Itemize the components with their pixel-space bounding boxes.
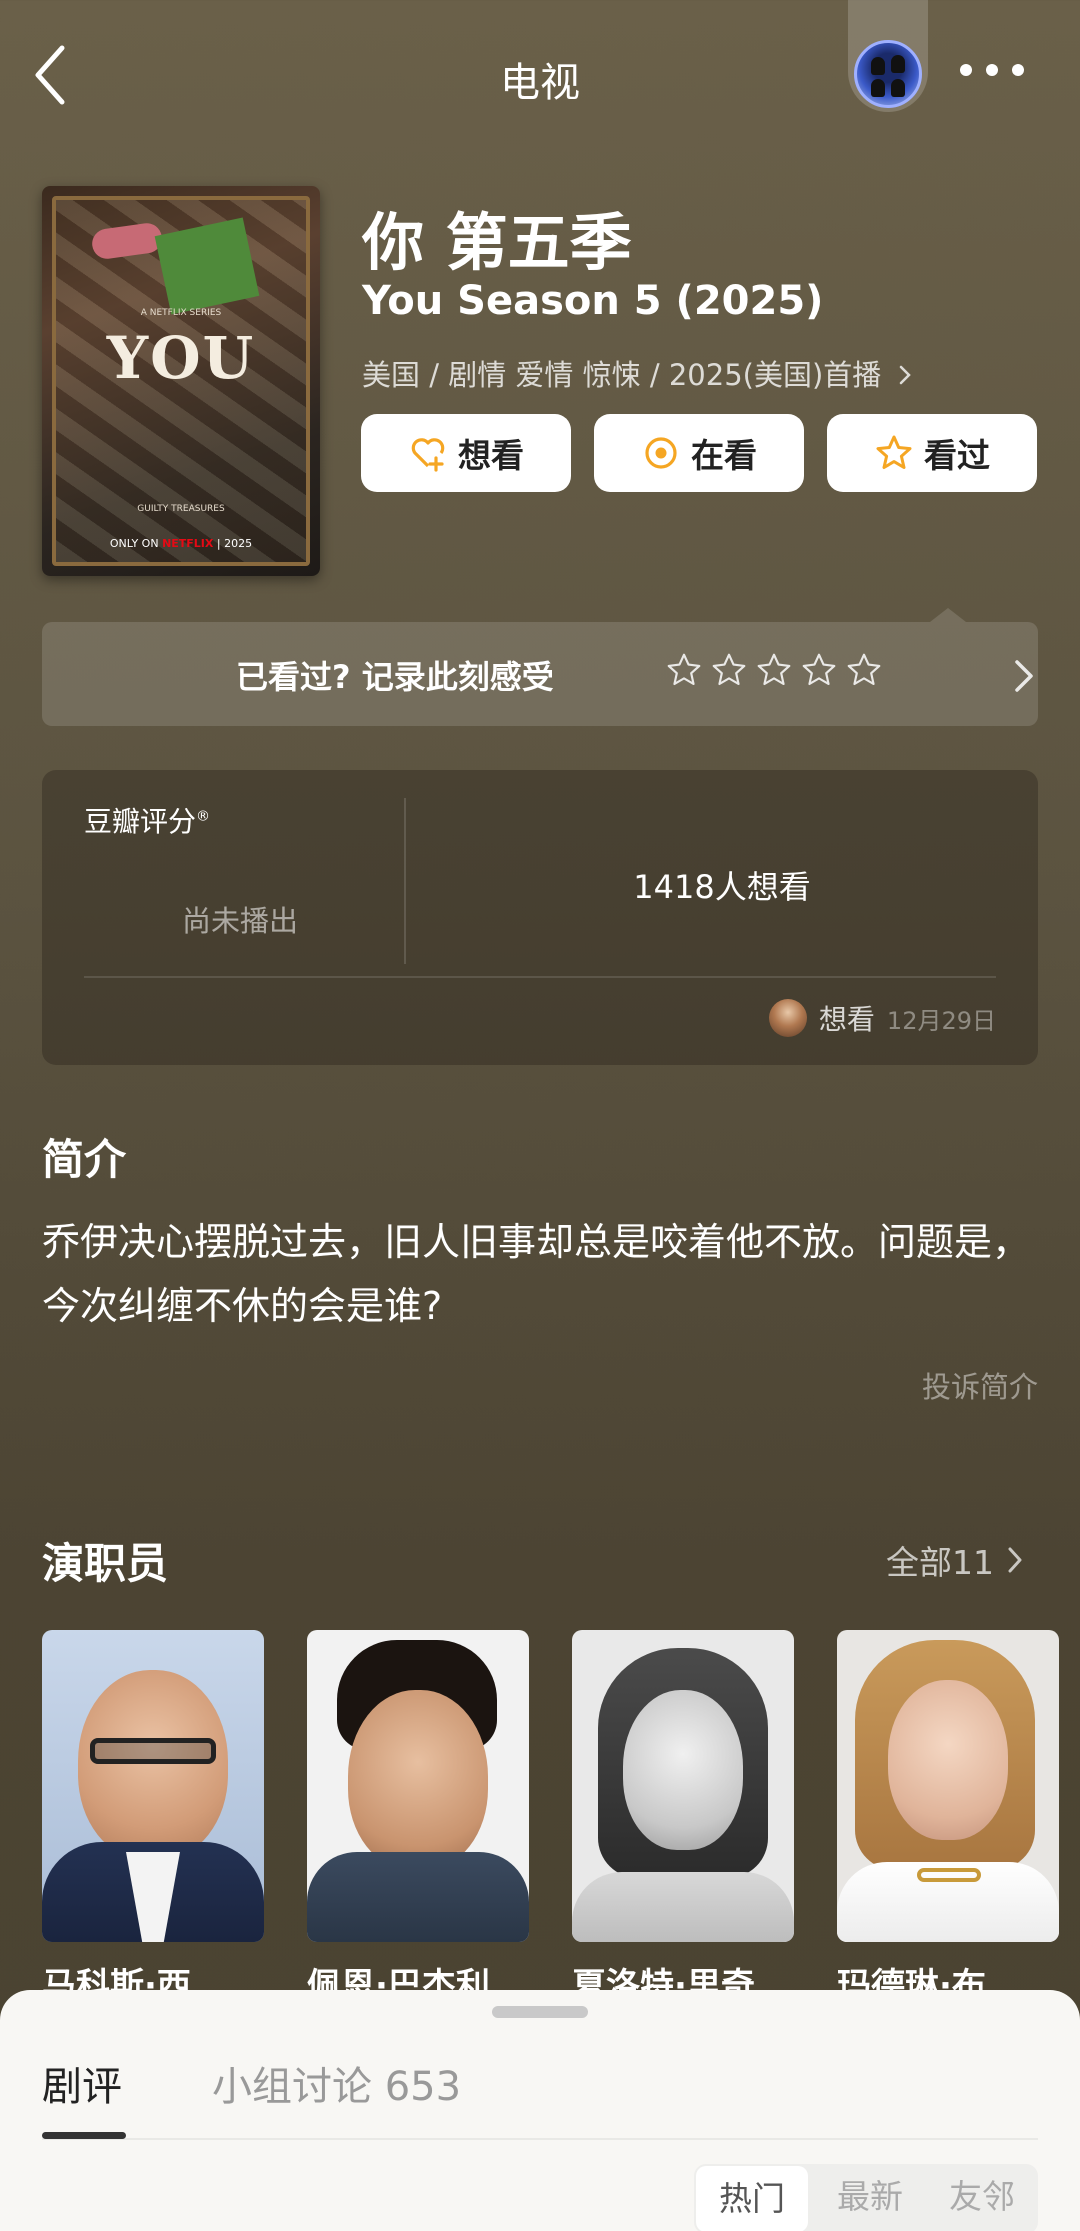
bottom-sheet: 剧评 小组讨论 653 热门 最新 友邻 <box>0 1990 1080 2231</box>
show-title-en: You Season 5 (2025) <box>362 278 824 324</box>
want-count[interactable]: 1418人想看 <box>406 862 1038 908</box>
tab-reviews[interactable]: 剧评 <box>42 2054 122 2112</box>
intro-text[interactable]: 乔伊决心摆脱过去，旧人旧事却总是咬着他不放。问题是，今次纠缠不休的会是谁? <box>42 1210 1032 1338</box>
friend-activity[interactable]: 想看 12月29日 <box>768 998 996 1038</box>
poster-only-on: ONLY ON <box>109 537 159 550</box>
chevron-right-icon <box>1015 660 1033 692</box>
score-status: 尚未播出 <box>182 904 299 938</box>
divider <box>42 2138 1038 2140</box>
dot-icon <box>986 64 998 76</box>
cast-shirt <box>572 1872 794 1942</box>
poster-series-line: A NETFLIX SERIES <box>140 308 222 318</box>
cast-face <box>623 1690 743 1850</box>
cast-heading: 演职员 <box>42 1539 169 1588</box>
cast-photo[interactable] <box>572 1630 794 1942</box>
cast-face <box>888 1680 1008 1840</box>
show-title-cn: 你 第五季 <box>362 206 632 279</box>
watching-label: 在看 <box>691 436 757 475</box>
want-button[interactable]: 想看 <box>361 414 571 492</box>
friend-status: 想看 <box>818 1003 875 1036</box>
record-prompt: 已看过? 记录此刻感受 <box>236 658 554 696</box>
star-outline-icon[interactable] <box>756 652 792 688</box>
douban-score-card: 豆瓣评分® 尚未播出 1418人想看 想看 12月29日 <box>42 770 1038 1065</box>
dot-icon <box>1012 64 1024 76</box>
star-outline-icon[interactable] <box>711 652 747 688</box>
cast-photo[interactable] <box>307 1630 529 1942</box>
cast-shirt <box>307 1852 529 1942</box>
watched-button[interactable]: 看过 <box>827 414 1037 492</box>
star-outline-icon[interactable] <box>801 652 837 688</box>
star-outline-icon[interactable] <box>846 652 882 688</box>
report-intro-link[interactable]: 投诉简介 <box>922 1364 1038 1406</box>
poster-year: 2025 <box>224 537 253 550</box>
cast-face <box>78 1670 228 1860</box>
poster-title: YOU <box>106 324 256 392</box>
sheet-drag-handle[interactable] <box>492 2006 588 2018</box>
avatar <box>854 40 922 108</box>
cast-photo[interactable] <box>837 1630 1059 1942</box>
sort-segmented-control: 热门 最新 友邻 <box>694 2164 1038 2231</box>
divider <box>84 976 996 978</box>
star-icon <box>876 435 912 469</box>
user-avatar-tab[interactable] <box>848 0 928 112</box>
intro-heading: 简介 <box>42 1135 127 1184</box>
friend-date: 12月29日 <box>886 1006 996 1035</box>
watched-label: 看过 <box>924 436 990 475</box>
show-meta[interactable]: 美国 / 剧情 爱情 惊悚 / 2025(美国)首播 <box>362 352 913 394</box>
cast-face <box>348 1690 488 1870</box>
watching-button[interactable]: 在看 <box>594 414 804 492</box>
cast-photo[interactable] <box>42 1630 264 1942</box>
record-bar-pointer <box>930 608 966 622</box>
score-label-text: 豆瓣评分 <box>84 805 197 838</box>
chevron-right-icon <box>1008 1547 1022 1573</box>
star-outline-icon[interactable] <box>666 652 702 688</box>
more-options-button[interactable] <box>960 60 1024 80</box>
target-icon <box>645 437 677 469</box>
cast-all-link[interactable]: 全部11 <box>886 1536 1024 1584</box>
friend-avatar <box>768 999 807 1037</box>
sort-friends[interactable]: 友邻 <box>926 2164 1038 2231</box>
show-meta-text: 美国 / 剧情 爱情 惊悚 / 2025(美国)首播 <box>362 358 882 392</box>
glasses-shape <box>90 1738 216 1764</box>
star-rating[interactable] <box>666 652 882 688</box>
poster-footer: ONLY ON NETFLIX | 2025 <box>109 537 253 550</box>
poster-image[interactable]: A NETFLIX SERIES YOU GUILTY TREASURES ON… <box>42 186 320 576</box>
want-label: 想看 <box>458 436 524 475</box>
tab-group-discussion[interactable]: 小组讨论 653 <box>212 2054 461 2112</box>
heart-plus-icon <box>411 438 445 472</box>
top-bar: 电视 <box>0 0 1080 160</box>
sort-hot[interactable]: 热门 <box>696 2166 808 2231</box>
dot-icon <box>960 64 972 76</box>
record-feeling-bar[interactable]: 已看过? 记录此刻感受 <box>42 608 1038 726</box>
active-tab-indicator <box>42 2132 126 2139</box>
cast-all-label: 全部11 <box>886 1543 994 1582</box>
chevron-right-icon <box>899 365 911 385</box>
cast-necklace <box>917 1868 981 1882</box>
poster-tagline: GUILTY TREASURES <box>137 504 225 514</box>
poster-brand: NETFLIX <box>162 537 214 550</box>
sort-latest[interactable]: 最新 <box>814 2164 926 2231</box>
score-label: 豆瓣评分® <box>84 800 210 840</box>
registered-mark: ® <box>196 808 211 825</box>
